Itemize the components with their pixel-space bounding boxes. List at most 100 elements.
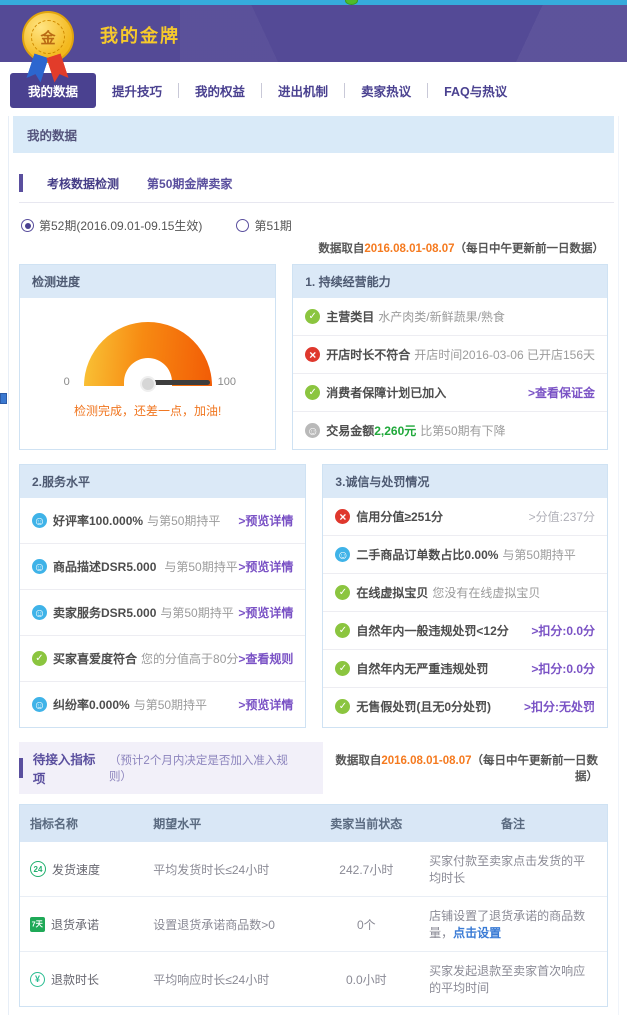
smiley-icon: [32, 513, 47, 528]
click-to-set-link[interactable]: 点击设置: [453, 926, 501, 940]
col-header-expected: 期望水平: [143, 805, 313, 842]
refund-time-icon: [30, 972, 45, 987]
period-selector: 第52期(2016.09.01-09.15生效) 第51期: [21, 217, 614, 234]
section-title: 我的数据: [13, 116, 614, 153]
pending-indicators-table: 指标名称 期望水平 卖家当前状态 备注 发货速度 平均发货时长≤24小时 242…: [19, 804, 608, 1007]
cross-icon: [335, 509, 350, 524]
preview-detail-link[interactable]: >预览详情: [238, 558, 293, 575]
gauge-max-label: 100: [218, 376, 236, 388]
panel3-title: 3.诚信与处罚情况: [323, 465, 607, 498]
col-header-remark: 备注: [419, 805, 607, 842]
progress-gauge: 0 100: [38, 316, 258, 392]
current-value: 0个: [313, 906, 419, 943]
main-nav-tabs: 我的数据 提升技巧 我的权益 进出机制 卖家热议 FAQ与热议: [10, 74, 627, 106]
tab-seller-discussion[interactable]: 卖家热议: [345, 73, 427, 108]
list-item: 商品描述DSR5.000 与第50期持平 >预览详情: [20, 544, 305, 590]
pending-accent-bar: [19, 758, 23, 778]
return-promise-icon: [30, 917, 45, 932]
deduction-points-link[interactable]: >扣分:0.0分: [531, 660, 595, 677]
check-icon: [335, 699, 350, 714]
page-title: 我的金牌: [100, 22, 180, 48]
deduction-points-link[interactable]: >扣分:无处罚: [524, 698, 595, 715]
list-item: 二手商品订单数占比0.00% 与第50期持平: [323, 536, 607, 574]
sub-tabs: 考核数据检测 第50期金牌卖家: [19, 169, 614, 203]
list-item: 开店时长不符合 开店时间2016-03-06 已开店156天: [293, 336, 607, 374]
panel-business-capability: 1. 持续经营能力 主营类目 水产肉类/新鲜蔬果/熟食 开店时长不符合 开店时间…: [292, 264, 608, 450]
smiley-icon: [335, 547, 350, 562]
check-icon: [335, 623, 350, 638]
table-header: 指标名称 期望水平 卖家当前状态 备注: [20, 805, 607, 842]
medal-ribbon-blue: [26, 53, 48, 82]
transaction-amount: 2,260元: [374, 422, 416, 439]
panel2-title: 2.服务水平: [20, 465, 305, 498]
list-item: 卖家服务DSR5.000 与第50期持平 >预览详情: [20, 590, 305, 636]
col-header-indicator: 指标名称: [20, 805, 143, 842]
radio-period-51-label[interactable]: 第51期: [254, 217, 291, 234]
check-icon: [335, 585, 350, 600]
list-item: 纠纷率0.000% 与第50期持平 >预览详情: [20, 682, 305, 727]
subtab-assessment-check[interactable]: 考核数据检测: [33, 169, 133, 202]
list-item: 无售假处罚(且无0分处罚) >扣分:无处罚: [323, 688, 607, 725]
list-item: 自然年内一般违规处罚<12分 >扣分:0.0分: [323, 612, 607, 650]
neutral-face-icon: [305, 423, 320, 438]
preview-detail-link[interactable]: >预览详情: [238, 512, 293, 529]
deduction-points-link[interactable]: >扣分:0.0分: [531, 622, 595, 639]
tab-my-benefits[interactable]: 我的权益: [179, 73, 261, 108]
preview-detail-link[interactable]: >预览详情: [238, 604, 293, 621]
gauge-panel: 检测进度 0 100 检测完成，还差一点，加油!: [19, 264, 276, 450]
list-item: 交易金额 2,260元 比第50期有下降: [293, 412, 607, 449]
current-value: 242.7小时: [313, 851, 419, 888]
table-row: 退货承诺 设置退货承诺商品数>0 0个 店铺设置了退货承诺的商品数量，点击设置: [20, 897, 607, 952]
data-source-date: 2016.08.01-08.07: [364, 243, 454, 255]
preview-detail-link[interactable]: >预览详情: [238, 696, 293, 713]
gold-medal-icon: 金: [20, 11, 76, 83]
tab-entry-exit[interactable]: 进出机制: [262, 73, 344, 108]
smiley-icon: [32, 697, 47, 712]
pending-indicators-header: 待接入指标项 （预计2个月内决定是否加入准入规则） 数据取自2016.08.01…: [19, 742, 608, 794]
gauge-caption: 检测完成，还差一点，加油!: [74, 402, 221, 419]
panel1-title: 1. 持续经营能力: [293, 265, 607, 298]
subtab-period50-seller[interactable]: 第50期金牌卖家: [133, 169, 246, 202]
list-item: 消费者保障计划已加入 >查看保证金: [293, 374, 607, 412]
view-rules-link[interactable]: >查看规则: [238, 650, 293, 667]
panel-service-level: 2.服务水平 好评率100.000% 与第50期持平 >预览详情 商品描述DSR…: [19, 464, 306, 728]
data-source-note: 数据取自2016.08.01-08.07（每日中午更新前一日数据）: [323, 752, 598, 784]
check-icon: [305, 385, 320, 400]
pending-title: 待接入指标项: [33, 749, 105, 787]
view-deposit-link[interactable]: >查看保证金: [528, 384, 595, 401]
list-item: 好评率100.000% 与第50期持平 >预览详情: [20, 498, 305, 544]
smiley-icon: [32, 605, 47, 620]
tab-improve-skills[interactable]: 提升技巧: [96, 73, 178, 108]
pending-note: （预计2个月内决定是否加入准入规则）: [109, 752, 303, 784]
radio-period-52[interactable]: [21, 219, 34, 232]
panels-row-1: 检测进度 0 100 检测完成，还差一点，加油! 1. 持续经营能力 主营类目 …: [19, 264, 608, 450]
page-content: 我的数据 考核数据检测 第50期金牌卖家 第52期(2016.09.01-09.…: [8, 116, 619, 1015]
data-source-date: 2016.08.01-08.07: [381, 755, 471, 767]
sub-tab-accent-bar: [19, 174, 23, 192]
radio-period-51[interactable]: [236, 219, 249, 232]
data-source-note: 数据取自2016.08.01-08.07（每日中午更新前一日数据）: [13, 240, 604, 256]
current-value: 0.0小时: [313, 961, 419, 998]
list-item: 在线虚拟宝贝 您没有在线虚拟宝贝: [323, 574, 607, 612]
col-header-current: 卖家当前状态: [313, 805, 419, 842]
radio-period-52-label[interactable]: 第52期(2016.09.01-09.15生效): [39, 217, 202, 234]
table-row: 发货速度 平均发货时长≤24小时 242.7小时 买家付款至卖家点击发货的平均时…: [20, 842, 607, 897]
medal-text: 金: [31, 20, 65, 54]
left-edge-marker: [0, 393, 7, 404]
list-item: 买家喜爱度符合 您的分值高于80分 >查看规则: [20, 636, 305, 682]
gauge-hub: [140, 376, 156, 392]
tab-faq[interactable]: FAQ与热议: [428, 73, 523, 108]
credit-score-value: >分值:237分: [529, 508, 595, 525]
list-item: 自然年内无严重违规处罚 >扣分:0.0分: [323, 650, 607, 688]
panels-row-2: 2.服务水平 好评率100.000% 与第50期持平 >预览详情 商品描述DSR…: [19, 464, 608, 728]
check-icon: [32, 651, 47, 666]
smiley-icon: [32, 559, 47, 574]
page-banner: 金 我的金牌: [0, 5, 627, 62]
panel-integrity-penalty: 3.诚信与处罚情况 信用分值≥251分 >分值:237分 二手商品订单数占比0.…: [322, 464, 608, 728]
banner-decoration: [180, 5, 480, 62]
list-item: 信用分值≥251分 >分值:237分: [323, 498, 607, 536]
list-item: 主营类目 水产肉类/新鲜蔬果/熟食: [293, 298, 607, 336]
table-row: 退款时长 平均响应时长≤24小时 0.0小时 买家发起退款至卖家首次响应的平均时…: [20, 952, 607, 1006]
check-icon: [335, 661, 350, 676]
gauge-panel-title: 检测进度: [20, 265, 275, 298]
